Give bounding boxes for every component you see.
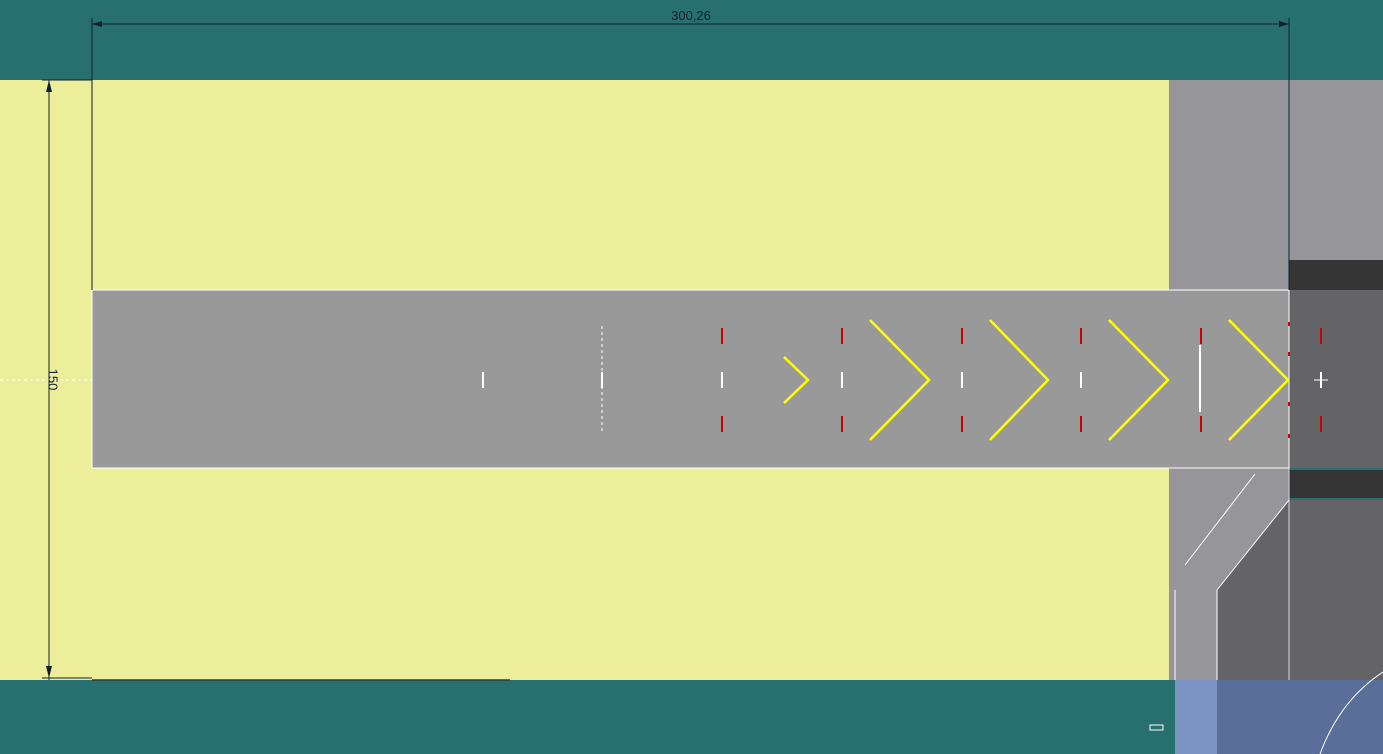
width-dimension-label: 150 [45,368,61,391]
runway-end-dark [1289,290,1383,468]
water-area-light [1175,680,1217,754]
taxiway-upper-light [1169,80,1289,290]
runway-surface [91,289,1290,469]
shoulder-lower-dark [1289,470,1383,498]
shoulder-upper-dark [1289,260,1383,290]
length-dimension-label: 300,26 [671,8,711,23]
runway-plan-drawing [0,0,1383,754]
water-area [1217,680,1383,754]
taxiway-right-upper [1289,80,1383,260]
taxiway-right-lower [1289,500,1383,680]
